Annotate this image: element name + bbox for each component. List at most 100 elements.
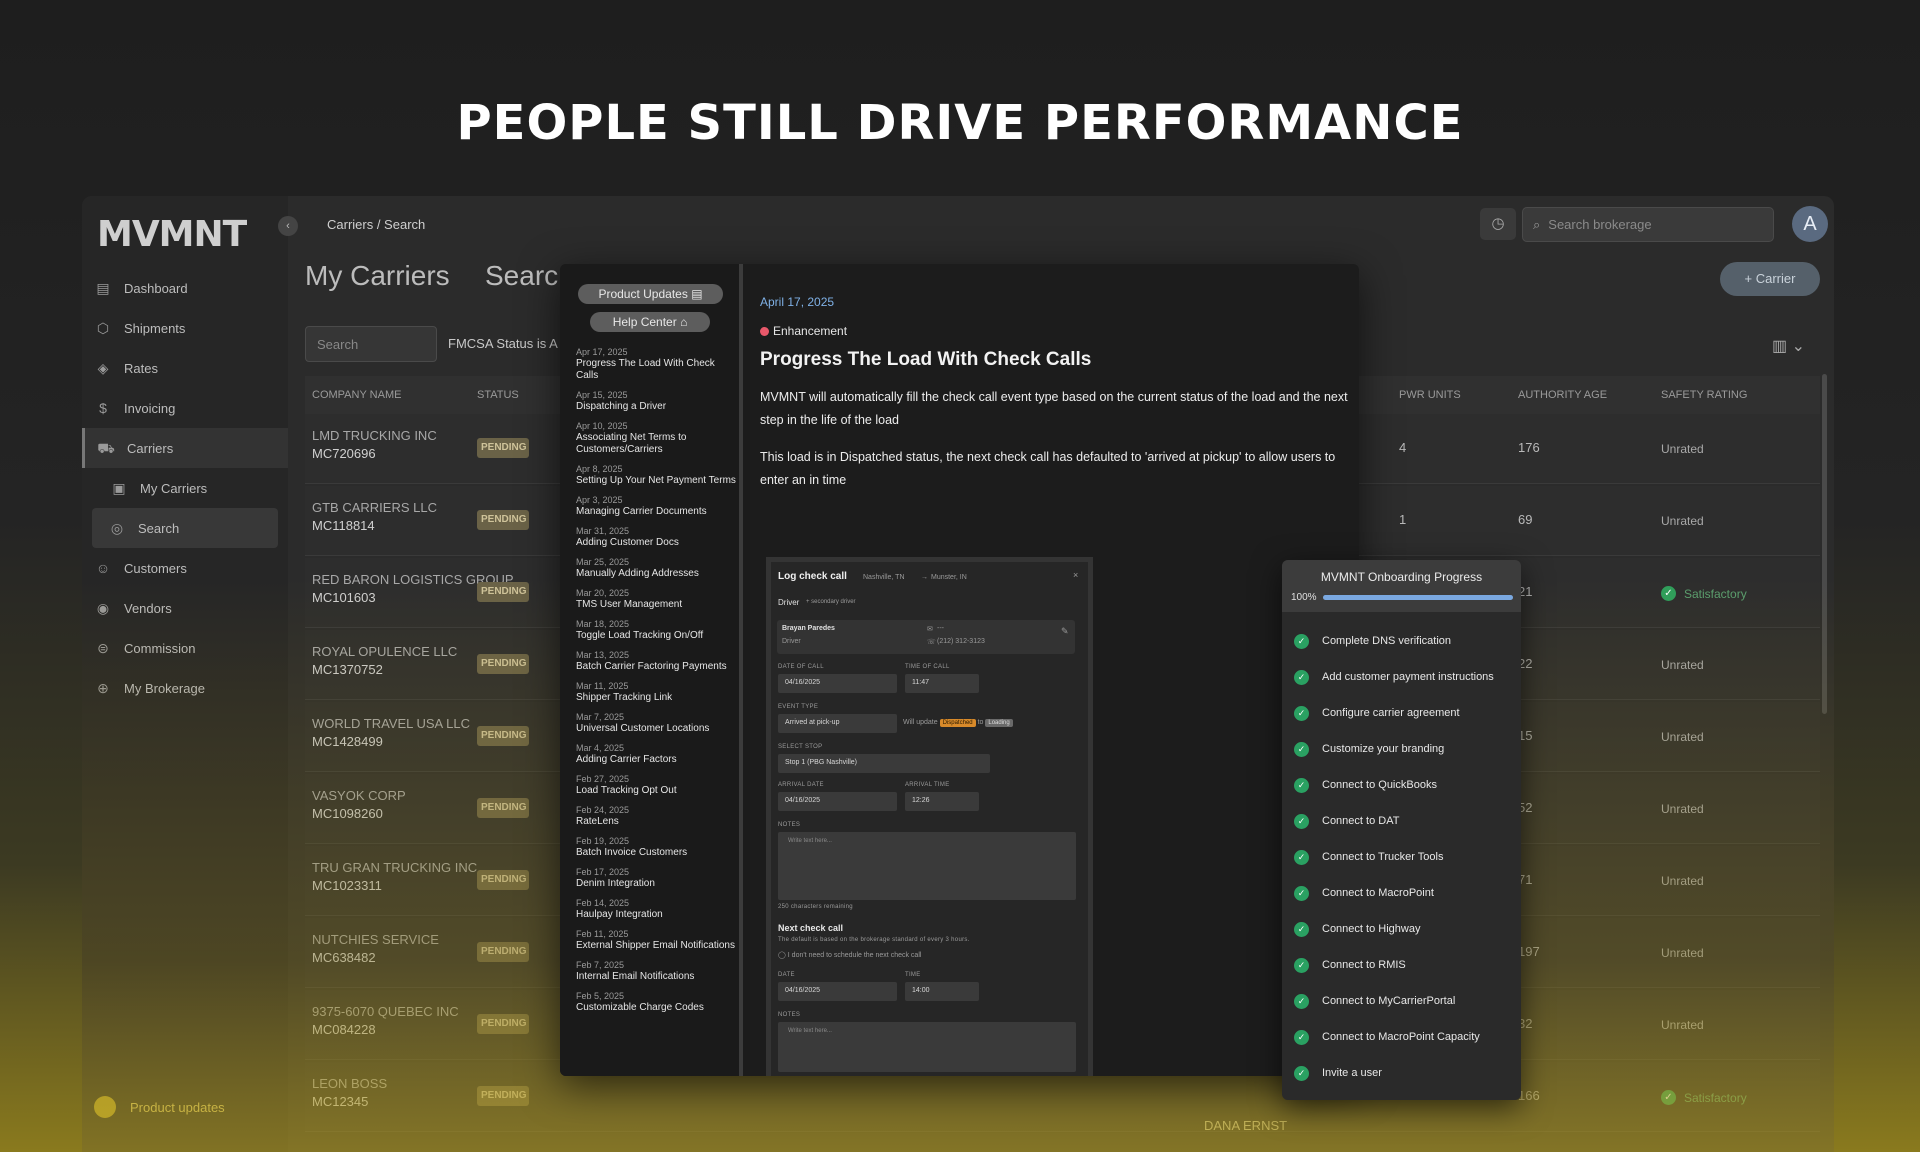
update-list-item[interactable]: Feb 19, 2025 Batch Invoice Customers [576, 835, 736, 859]
update-list-item[interactable]: Apr 10, 2025 Associating Net Terms to Cus… [576, 420, 736, 456]
product-updates-button[interactable]: Product Updates ▤ [578, 284, 723, 304]
sidebar-item-shipments[interactable]: ⬡ Shipments [82, 308, 288, 348]
no-schedule-checkbox[interactable]: ◯ I don't need to schedule the next chec… [778, 951, 921, 959]
status-badge: PENDING [477, 1086, 529, 1106]
date-of-call-input[interactable]: 04/16/2025 [778, 674, 897, 693]
update-list-item[interactable]: Apr 15, 2025 Dispatching a Driver [576, 389, 736, 413]
onboarding-item[interactable]: ✓ Connect to DAT [1294, 803, 1519, 839]
update-list-item[interactable]: Mar 4, 2025 Adding Carrier Factors [576, 742, 736, 766]
sidebar-item-carriers[interactable]: ⛟ Carriers [82, 428, 288, 468]
columns-toggle-button[interactable]: ▥ ⌄ [1772, 336, 1805, 356]
column-safety-rating[interactable]: SAFETY RATING [1661, 389, 1747, 401]
dashboard-icon: ▤ [96, 280, 110, 296]
notes-label: NOTES [778, 822, 801, 828]
avatar[interactable]: A [1792, 206, 1828, 242]
onboarding-item[interactable]: ✓Connect to Denim [1294, 1091, 1519, 1100]
column-authority-age[interactable]: AUTHORITY AGE [1518, 389, 1607, 401]
onboarding-item[interactable]: ✓ Connect to Trucker Tools [1294, 839, 1519, 875]
secondary-driver-link[interactable]: + secondary driver [806, 599, 856, 605]
add-carrier-button[interactable]: + Carrier [1720, 262, 1820, 296]
update-list-item[interactable]: Mar 18, 2025 Toggle Load Tracking On/Off [576, 618, 736, 642]
update-list-item[interactable]: Mar 11, 2025 Shipper Tracking Link [576, 680, 736, 704]
onboarding-item[interactable]: ✓ Connect to Highway [1294, 911, 1519, 947]
table-scrollbar[interactable] [1822, 374, 1827, 714]
update-title: TMS User Management [576, 599, 683, 610]
update-list-item[interactable]: Feb 7, 2025 Internal Email Notifications [576, 959, 736, 983]
article-paragraph-2: This load is in Dispatched status, the n… [760, 450, 1336, 487]
onboarding-item[interactable]: ✓ Connect to MacroPoint Capacity [1294, 1019, 1519, 1055]
onboarding-item[interactable]: ✓ Connect to QuickBooks [1294, 767, 1519, 803]
onboarding-item[interactable]: ✓ Customize your branding [1294, 731, 1519, 767]
fmcsa-filter[interactable]: FMCSA Status is A [448, 336, 558, 351]
update-date: Mar 7, 2025 [576, 712, 625, 722]
column-pwr-units[interactable]: PWR UNITS [1399, 389, 1461, 401]
search-brokerage-input[interactable]: ⌕ Search brokerage [1522, 207, 1774, 242]
close-icon[interactable]: × [1073, 570, 1078, 580]
sidebar-item-customers[interactable]: ☺ Customers [82, 548, 288, 588]
no-schedule-label: I don't need to schedule the next check … [787, 952, 922, 959]
update-list-item[interactable]: Mar 31, 2025 Adding Customer Docs [576, 525, 736, 549]
table-search-input[interactable]: Search [305, 326, 437, 362]
sidebar-item-rates[interactable]: ◈ Rates [82, 348, 288, 388]
time-of-call-input[interactable]: 11:47 [905, 674, 979, 693]
sidebar-item-label: Rates [124, 360, 158, 376]
status-badge: PENDING [477, 582, 529, 602]
users-icon: ☺ [95, 560, 111, 576]
article-title: Progress The Load With Check Calls [760, 349, 1092, 370]
update-list-item[interactable]: Mar 20, 2025 TMS User Management [576, 587, 736, 611]
sidebar-product-updates[interactable]: Product updates [94, 1096, 225, 1118]
update-list-item[interactable]: Feb 5, 2025 Customizable Charge Codes [576, 990, 736, 1014]
update-list-item[interactable]: Apr 8, 2025 Setting Up Your Net Payment T… [576, 463, 736, 487]
sidebar-item-my-brokerage[interactable]: ⊕ My Brokerage [82, 668, 288, 708]
mail-icon: ✉ [927, 626, 933, 633]
to-label: to [977, 719, 984, 726]
notes-textarea[interactable]: Write text here... [778, 832, 1076, 900]
update-title: Dispatching a Driver [576, 401, 667, 412]
update-list-item[interactable]: Apr 3, 2025 Managing Carrier Documents [576, 494, 736, 518]
sidebar-item-commission[interactable]: ⊜ Commission [82, 628, 288, 668]
sidebar-item-dashboard[interactable]: ▤ Dashboard [82, 268, 288, 308]
tab-search[interactable]: Searc [485, 260, 558, 292]
help-center-button[interactable]: Help Center ⌂ [590, 312, 710, 332]
event-type-select[interactable]: Arrived at pick-up [778, 714, 897, 733]
onboarding-item[interactable]: ✓ Invite a user [1294, 1055, 1519, 1091]
breadcrumb[interactable]: Carriers / Search [327, 217, 425, 232]
arrival-date-input[interactable]: 04/16/2025 [778, 792, 897, 811]
onboarding-item[interactable]: ✓ Configure carrier agreement [1294, 695, 1519, 731]
update-list-item[interactable]: Feb 17, 2025 Denim Integration [576, 866, 736, 890]
tab-my-carriers[interactable]: My Carriers [305, 260, 450, 292]
mvmnt-logo[interactable]: MVMNT [97, 214, 247, 255]
check-circle-icon: ✓ [1294, 633, 1309, 649]
update-list-item[interactable]: Feb 27, 2025 Load Tracking Opt Out [576, 773, 736, 797]
update-list-item[interactable]: Mar 13, 2025 Batch Carrier Factoring Paym… [576, 649, 736, 673]
hero-title: PEOPLE STILL DRIVE PERFORMANCE [456, 95, 1464, 151]
update-list-item[interactable]: Feb 11, 2025 External Shipper Email Notif… [576, 928, 736, 952]
sidebar-item-search[interactable]: ◎ Search [92, 508, 278, 548]
onboarding-item[interactable]: ✓ Complete DNS verification [1294, 623, 1519, 659]
select-stop-input[interactable]: Stop 1 (PBG Nashville) [778, 754, 990, 773]
update-list-item[interactable]: Mar 25, 2025 Manually Adding Addresses [576, 556, 736, 580]
update-list-item[interactable]: Mar 7, 2025 Universal Customer Locations [576, 711, 736, 735]
history-button[interactable]: ◷ [1480, 208, 1516, 240]
onboarding-item[interactable]: ✓ Connect to RMIS [1294, 947, 1519, 983]
onboarding-item[interactable]: ✓ Connect to MyCarrierPortal [1294, 983, 1519, 1019]
safety-rating: Unrated [1661, 946, 1704, 960]
column-company-name[interactable]: COMPANY NAME [312, 389, 401, 401]
sidebar-item-invoicing[interactable]: $ Invoicing [82, 388, 288, 428]
column-status[interactable]: STATUS [477, 389, 519, 401]
notes2-textarea[interactable]: Write text here... [778, 1022, 1076, 1072]
update-list-item[interactable]: Feb 24, 2025 RateLens [576, 804, 736, 828]
onboarding-item[interactable]: ✓ Connect to MacroPoint [1294, 875, 1519, 911]
sidebar-item-vendors[interactable]: ◉ Vendors [82, 588, 288, 628]
collapse-sidebar-button[interactable]: ‹ [278, 216, 298, 236]
edit-icon[interactable]: ✎ [1061, 626, 1069, 637]
arrival-time-input[interactable]: 12:26 [905, 792, 979, 811]
update-list-item[interactable]: Feb 14, 2025 Haulpay Integration [576, 897, 736, 921]
update-list-item[interactable]: Apr 17, 2025 Progress The Load With Check… [576, 346, 736, 382]
truck-icon: ⛟ [97, 440, 115, 456]
onboarding-item[interactable]: ✓ Add customer payment instructions [1294, 659, 1519, 695]
next-time-input[interactable]: 14:00 [905, 982, 979, 1001]
contact-name: DANA ERNST [1204, 1118, 1288, 1133]
next-date-input[interactable]: 04/16/2025 [778, 982, 897, 1001]
sidebar-item-my-carriers[interactable]: ▣ My Carriers [82, 468, 288, 508]
